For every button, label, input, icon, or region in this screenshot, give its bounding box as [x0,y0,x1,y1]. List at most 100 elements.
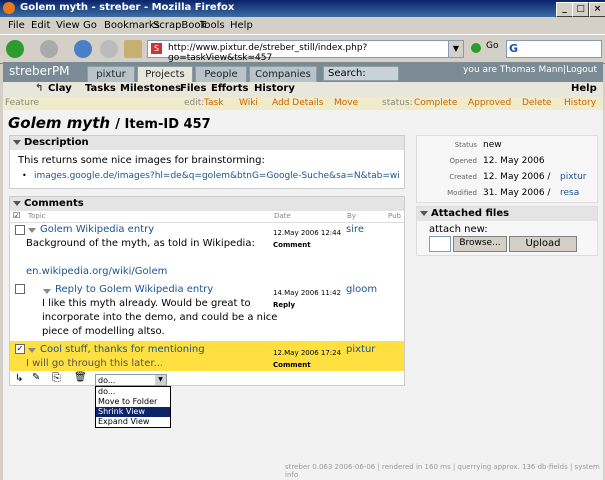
window-titlebar: Golem myth - streber - Mozilla Firefox _… [0,0,605,17]
url-bar[interactable]: S http://www.pixtur.de/streber_still/ind… [147,40,464,63]
comment-title[interactable]: Cool stuff, thanks for mentioning [40,344,205,355]
edit-add-details[interactable]: Add Details [272,98,324,108]
comment-kind: Comment [273,361,311,369]
tab-people[interactable]: People [195,66,247,83]
subnav-tasks[interactable]: Tasks [85,83,116,94]
subnav-milestones[interactable]: Milestones [120,83,181,94]
help-link[interactable]: Help [571,83,597,94]
comment-title[interactable]: Reply to Golem Wikipedia entry [55,284,213,295]
forward-icon[interactable] [40,40,58,58]
option-shrink-view[interactable]: Shrink View [96,407,170,417]
comment-author[interactable]: pixtur [346,344,375,355]
meta-modified-by[interactable]: resa [560,188,579,198]
tab-companies[interactable]: Companies [249,66,317,83]
comment-checkbox-checked[interactable]: ✓ [15,344,25,354]
edit-icon[interactable]: ✎ [32,372,40,383]
minimize-button[interactable]: _ [556,2,573,17]
browse-button[interactable]: Browse... [453,236,507,252]
home-icon[interactable] [124,40,142,58]
window-title: Golem myth - streber - Mozilla Firefox [20,2,235,13]
task-name: Golem myth [8,114,111,132]
files-panel: Attached files attach new: Browse... Upl… [416,206,598,256]
user-info[interactable]: you are Thomas Mann|Logout [463,65,597,75]
subnav-history[interactable]: History [254,83,295,94]
search-field[interactable]: Search: [323,66,399,81]
meta-modified-label: Modified [447,189,477,197]
comment-checkbox[interactable] [15,284,25,294]
edit-move[interactable]: Move [334,98,358,108]
comment-author[interactable]: sire [346,224,364,235]
url-dropdown-icon[interactable]: ▼ [448,41,463,57]
project-subnav: ↰ Clay Tasks Milestones Files Efforts Hi… [3,82,603,98]
comment-kind: Comment [273,241,311,249]
menu-go[interactable]: Go [83,20,97,31]
project-name[interactable]: Clay [48,83,72,94]
col-date: Date [274,212,291,220]
subnav-files[interactable]: Files [180,83,206,94]
menu-tools[interactable]: Tools [200,20,225,31]
menu-file[interactable]: File [8,20,25,31]
meta-created-by[interactable]: pixtur [560,172,586,182]
collapse-icon[interactable] [28,228,36,233]
option-expand-view[interactable]: Expand View [96,417,170,427]
option-do[interactable]: do... [96,387,170,397]
collapse-icon[interactable] [13,140,21,145]
collapse-icon[interactable] [28,348,36,353]
reload-icon[interactable] [74,40,92,58]
files-header[interactable]: Attached files [417,207,597,221]
menu-view[interactable]: View [56,20,80,31]
status-delete[interactable]: Delete [522,98,552,108]
col-by: By [347,212,356,220]
delete-icon[interactable]: 🗑 [74,372,87,383]
collapse-icon[interactable] [43,289,51,294]
select-value: do... [98,376,116,385]
status-approved[interactable]: Approved [468,98,511,108]
file-path-input[interactable] [429,236,451,252]
comments-header[interactable]: Comments [10,197,404,211]
tab-projects[interactable]: Projects [137,66,193,83]
edit-task[interactable]: Task [204,98,223,108]
comment-checkbox[interactable] [15,225,25,235]
firefox-icon [3,2,15,14]
meta-created-label: Created [449,173,477,181]
bulk-action-select[interactable]: do... ▼ [95,374,167,386]
meta-status-label: Status [454,141,477,149]
comment-link[interactable]: en.wikipedia.org/wiki/Golem [26,265,167,279]
option-move-to-folder[interactable]: Move to Folder [96,397,170,407]
new-item-icon[interactable]: ⎘ [52,371,61,385]
stop-icon[interactable] [100,40,118,58]
comment-title[interactable]: Golem Wikipedia entry [40,224,154,235]
app-topnav: streberPM pixtur Projects People Compani… [3,62,603,83]
meta-status: new [483,140,502,150]
google-search-input[interactable]: G [506,40,602,58]
comment-author[interactable]: gloom [346,284,377,295]
meta-opened: 12. May 2006 [483,156,545,166]
comment-body: I like this myth already. Would be great… [42,298,251,309]
menu-scrapbook[interactable]: ScrapBook [153,20,206,31]
close-button[interactable]: × [589,2,605,17]
back-icon[interactable] [6,40,24,58]
upload-button[interactable]: Upload [509,236,577,252]
go-icon[interactable] [471,43,481,53]
tab-pixtur[interactable]: pixtur [87,66,135,83]
menu-help[interactable]: Help [230,20,253,31]
menu-bookmarks[interactable]: Bookmarks [104,20,160,31]
maximize-button[interactable]: □ [572,2,589,17]
description-panel: Description This returns some nice image… [9,135,405,189]
streber-logo: streberPM [9,64,70,78]
comments-column-header: ☑ Topic Date By Pub [10,211,404,223]
comment-body: piece of modelling altso. [42,326,165,337]
chevron-down-icon[interactable]: ▼ [155,375,166,385]
status-history[interactable]: History [564,98,596,108]
status-complete[interactable]: Complete [414,98,457,108]
dropdown-options: do... Move to Folder Shrink View Expand … [95,386,171,428]
collapse-icon[interactable] [13,201,21,206]
edit-wiki[interactable]: Wiki [239,98,258,108]
select-all-icon[interactable]: ☑ [13,211,20,220]
subnav-efforts[interactable]: Efforts [211,83,248,94]
go-button[interactable]: Go [486,41,498,51]
description-header[interactable]: Description [10,136,404,150]
menu-edit[interactable]: Edit [31,20,50,31]
description-link[interactable]: images.google.de/images?hl=de&q=golem&bt… [34,169,400,183]
collapse-icon[interactable] [420,211,428,216]
